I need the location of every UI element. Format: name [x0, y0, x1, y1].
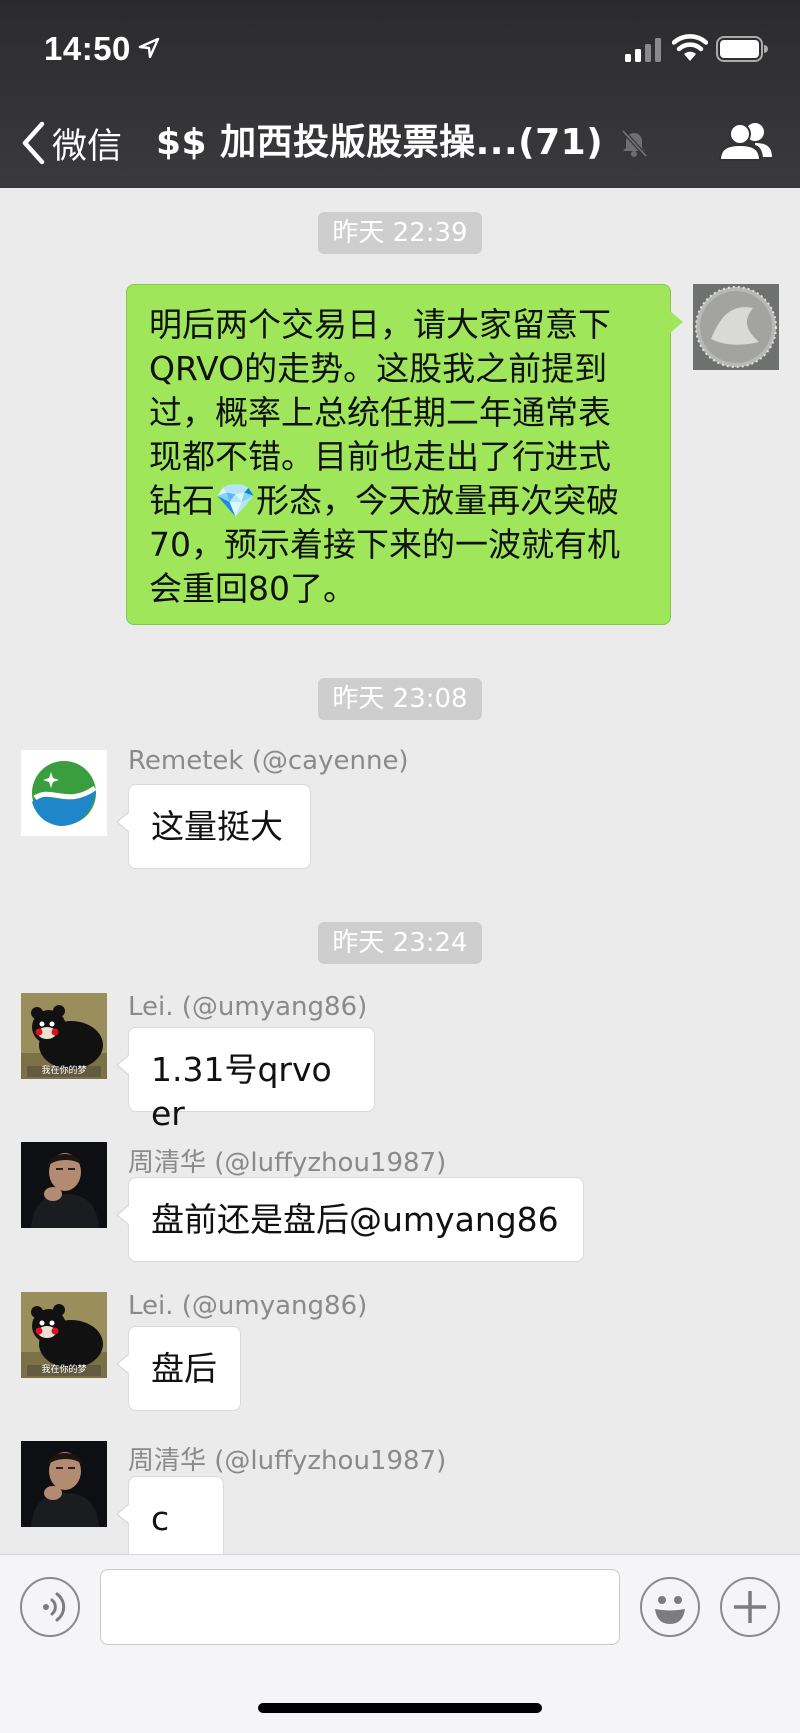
message-line: 现都不错。目前也走出了行进式 — [149, 437, 611, 476]
message-line: 明后两个交易日，请大家留意下 — [149, 305, 611, 344]
message-text: 盘后 — [151, 1349, 217, 1388]
avatar-caption: 我在你的梦 — [41, 1066, 87, 1076]
message-line: 过，概率上总统任期二年通常表 — [149, 393, 611, 432]
incoming-message-bubble[interactable]: c — [116, 1476, 224, 1561]
back-button[interactable]: 微信 — [20, 118, 122, 168]
sender-name: 周清华 (@luffyzhou1987) — [128, 1148, 447, 1178]
mute-bell-icon — [621, 129, 648, 158]
plus-icon — [734, 1591, 766, 1623]
message-text: 1.31号qrvo er — [151, 1050, 332, 1133]
emoji-button[interactable] — [640, 1577, 700, 1637]
chevron-left-icon — [22, 121, 45, 165]
top-bar: 14:50 微信 $$ 加西投版股票操...(71) — [0, 0, 800, 188]
avatar-caption: 我在你的梦 — [41, 1365, 87, 1375]
incoming-message-bubble[interactable]: 盘前还是盘后@umyang86 — [116, 1177, 584, 1262]
battery-icon — [716, 36, 768, 62]
group-members-icon[interactable] — [718, 118, 774, 168]
avatar[interactable] — [21, 1441, 107, 1527]
message-line: 会重回80了。 — [149, 569, 356, 608]
voice-button[interactable] — [20, 1577, 80, 1637]
location-arrow-icon — [138, 37, 160, 59]
my-avatar[interactable] — [693, 284, 779, 370]
back-label: 微信 — [52, 126, 123, 167]
emoji-icon — [655, 1596, 685, 1624]
input-bar — [0, 1554, 800, 1733]
message-text: 盘前还是盘后@umyang86 — [151, 1200, 559, 1239]
avatar[interactable] — [21, 750, 107, 836]
chat-title: $$ 加西投版股票操...(71) — [156, 122, 604, 163]
sender-name: 周清华 (@luffyzhou1987) — [128, 1446, 447, 1476]
avatar[interactable]: 我在你的梦 — [21, 993, 107, 1079]
incoming-message-bubble[interactable]: 这量挺大 — [116, 784, 311, 869]
message-text: 这量挺大 — [151, 807, 283, 846]
timestamp: 昨天 23:24 — [0, 922, 800, 964]
plus-button[interactable] — [720, 1577, 780, 1637]
message-text: c — [151, 1499, 170, 1538]
incoming-message-bubble[interactable]: 1.31号qrvo er — [116, 1027, 375, 1133]
timestamp: 昨天 22:39 — [0, 212, 800, 254]
message-line: QRVO的走势。这股我之前提到 — [149, 349, 608, 388]
sender-name: Lei. (@umyang86) — [128, 1291, 368, 1321]
voice-icon — [43, 1592, 66, 1622]
status-time: 14:50 — [44, 30, 131, 67]
timestamp: 昨天 23:08 — [0, 678, 800, 720]
message-line: 70，预示着接下来的一波就有机 — [149, 525, 620, 564]
avatar[interactable]: 我在你的梦 — [21, 1292, 107, 1378]
sender-name: Lei. (@umyang86) — [128, 992, 368, 1022]
avatar[interactable] — [21, 1142, 107, 1228]
signal-icon — [625, 38, 661, 62]
home-indicator[interactable] — [258, 1703, 542, 1713]
wifi-icon — [672, 34, 708, 61]
incoming-message-bubble[interactable]: 盘后 — [116, 1326, 241, 1411]
message-line: 钻石💎形态，今天放量再次突破 — [149, 481, 620, 520]
outgoing-message-bubble[interactable]: 明后两个交易日，请大家留意下 QRVO的走势。这股我之前提到 过，概率上总统任期… — [126, 284, 683, 625]
sender-name: Remetek (@cayenne) — [128, 746, 409, 776]
message-input[interactable] — [100, 1569, 620, 1645]
